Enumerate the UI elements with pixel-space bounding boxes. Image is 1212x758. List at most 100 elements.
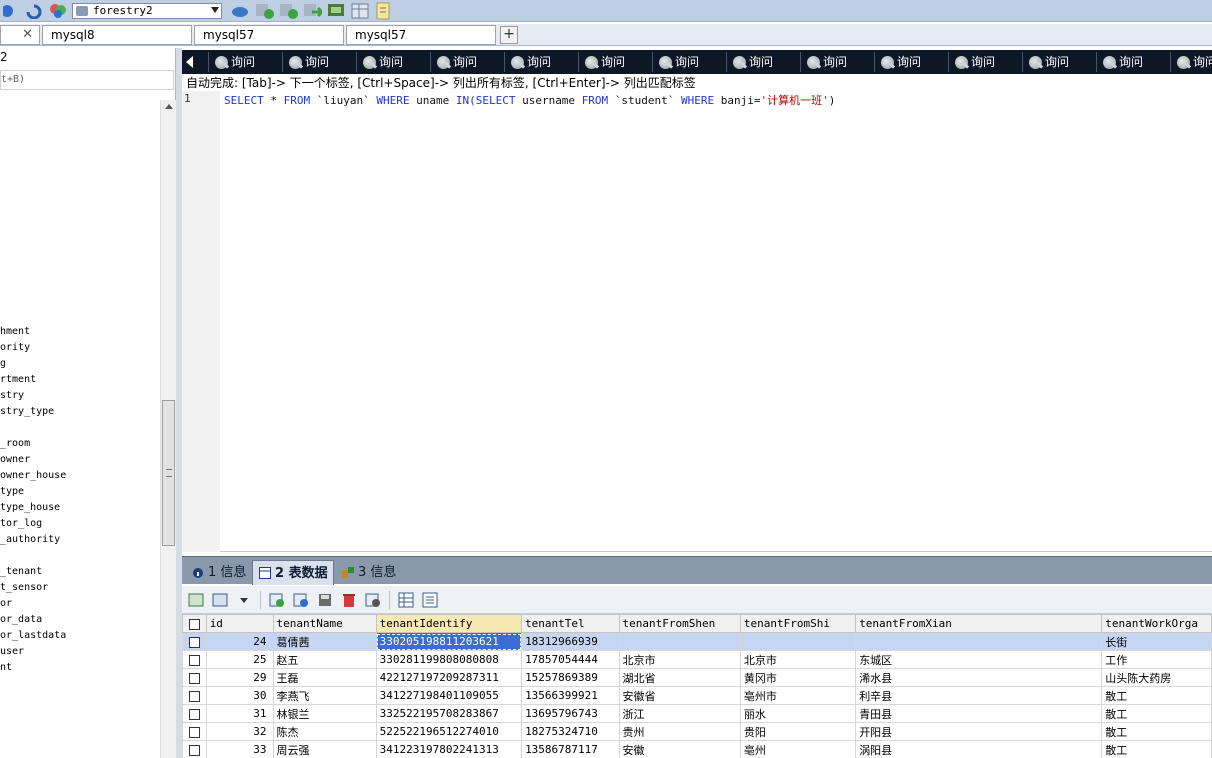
cell[interactable]: 15257869389 (521, 668, 620, 687)
cell[interactable]: 东城区 (855, 650, 1103, 669)
cell[interactable]: 30 (205, 686, 274, 705)
sql-editor[interactable]: 1 SELECT * FROM `liuyan` WHERE uname IN(… (182, 91, 1212, 552)
report-icon[interactable] (374, 2, 394, 20)
query-tab[interactable]: 询问 (282, 52, 354, 72)
users-icon[interactable] (48, 2, 68, 20)
sql-line[interactable]: SELECT * FROM `liuyan` WHERE uname IN(SE… (224, 92, 835, 108)
scroll-up-icon[interactable] (165, 104, 173, 109)
query-tab[interactable]: 询问 (1170, 52, 1212, 72)
table-row[interactable]: 25 赵五 330281199808080808 17857054444 北京市… (182, 650, 1212, 669)
sidebar-item[interactable]: owner (0, 452, 160, 468)
sidebar-scrollbar[interactable] (160, 100, 176, 758)
connection-tab-3[interactable]: mysql57 (346, 25, 496, 45)
column-header[interactable]: id (205, 614, 274, 633)
cell[interactable]: 330281199808080808 (375, 650, 523, 669)
grid-view-icon[interactable] (396, 590, 416, 610)
table-row[interactable]: 32 陈杰 522522196512274010 18275324710 贵州 … (182, 722, 1212, 741)
tab-info-3[interactable]: 3 信息 (336, 560, 398, 585)
cell[interactable]: 湖北省 (618, 668, 741, 687)
cell[interactable]: 青田县 (855, 704, 1103, 723)
sidebar-item[interactable]: or_lastdata (0, 628, 160, 644)
chevron-down-icon[interactable] (211, 6, 219, 13)
cell[interactable]: 330205198811203621 (375, 632, 523, 651)
query-tab[interactable]: 询问 (1096, 52, 1168, 72)
sidebar-item[interactable]: t_sensor (0, 580, 160, 596)
cell[interactable]: 贵州 (618, 722, 741, 741)
cell[interactable]: 王磊 (272, 668, 377, 687)
schema-icon[interactable] (230, 2, 250, 20)
cell[interactable] (739, 632, 857, 651)
cell[interactable]: 丽水 (739, 704, 857, 723)
sidebar-item[interactable]: type_house (0, 500, 160, 516)
cell[interactable]: 18312966939 (521, 632, 620, 651)
sidebar-filter-input[interactable]: t+B) (0, 70, 174, 90)
cell[interactable]: 33 (205, 740, 274, 758)
chevron-down-icon[interactable] (234, 590, 254, 610)
refresh-icon[interactable] (24, 2, 44, 20)
connection-select[interactable]: forestry2 (72, 2, 222, 19)
cell[interactable]: 北京市 (739, 650, 857, 669)
table-icon[interactable] (350, 2, 370, 20)
table-row[interactable]: 31 林银兰 332522195708283867 13695796743 浙江… (182, 704, 1212, 723)
cell[interactable]: 北京市 (618, 650, 741, 669)
sidebar-item[interactable]: owner_house (0, 468, 160, 484)
row-checkbox[interactable] (182, 632, 207, 651)
cell[interactable] (855, 632, 1103, 651)
connection-tab-1[interactable]: mysql8 (42, 25, 192, 45)
tab-table-data[interactable]: 2 表数据 (252, 560, 334, 585)
sidebar-item[interactable]: _authority (0, 532, 160, 548)
table-row[interactable]: 30 李燕飞 341227198401109055 13566399921 安徽… (182, 686, 1212, 705)
query-tab[interactable]: 询问 (800, 52, 872, 72)
select-all-checkbox[interactable] (182, 614, 207, 633)
sidebar-item[interactable]: _room (0, 436, 160, 452)
query-tab[interactable]: 询问 (948, 52, 1020, 72)
query-tab[interactable]: 询问 (652, 52, 724, 72)
scroll-left-icon[interactable] (186, 56, 193, 68)
cell[interactable]: 散工 (1101, 740, 1212, 758)
sidebar-item[interactable]: g (0, 356, 160, 372)
cell[interactable]: 亳州市 (739, 686, 857, 705)
import-grid-icon[interactable] (210, 590, 230, 610)
sidebar-item[interactable]: stry (0, 388, 160, 404)
sidebar-item[interactable]: tor_log (0, 516, 160, 532)
cell[interactable]: 29 (205, 668, 274, 687)
cell[interactable]: 31 (205, 704, 274, 723)
cell[interactable]: 13695796743 (521, 704, 620, 723)
row-checkbox[interactable] (182, 704, 207, 723)
export-icon[interactable] (278, 2, 298, 20)
cell[interactable]: 32 (205, 722, 274, 741)
sidebar-item[interactable]: stry_type (0, 404, 160, 420)
cell[interactable]: 522522196512274010 (375, 722, 523, 741)
query-tab[interactable]: 询问 (356, 52, 428, 72)
row-checkbox[interactable] (182, 650, 207, 669)
cell[interactable]: 赵五 (272, 650, 377, 669)
sidebar-item[interactable]: user (0, 644, 160, 660)
query-tab[interactable]: 询问 (1022, 52, 1094, 72)
connection-tab-0[interactable]: ✕ (0, 25, 40, 45)
sidebar-item[interactable]: nt (0, 660, 160, 676)
query-tab[interactable]: 询问 (208, 52, 280, 72)
sidebar-item[interactable]: or_data (0, 612, 160, 628)
table-row[interactable]: 24 葛倩茜 330205198811203621 18312966939 长街 (182, 632, 1212, 651)
tab-info-1[interactable]: 1 信息 (186, 560, 250, 585)
import-icon[interactable] (254, 2, 274, 20)
cell[interactable] (618, 632, 741, 651)
sidebar-item[interactable]: hment (0, 324, 160, 340)
save-icon[interactable] (315, 590, 335, 610)
cell[interactable]: 林银兰 (272, 704, 377, 723)
column-header[interactable]: tenantFromXian (855, 614, 1103, 633)
form-view-icon[interactable] (420, 590, 440, 610)
column-header[interactable]: tenantIdentify (375, 614, 523, 633)
cell[interactable]: 亳州 (739, 740, 857, 758)
backup-icon[interactable] (302, 2, 322, 20)
cell[interactable]: 安徽 (618, 740, 741, 758)
cell[interactable]: 陈杰 (272, 722, 377, 741)
cell[interactable]: 422127197209287311 (375, 668, 523, 687)
sidebar-item[interactable]: rtment (0, 372, 160, 388)
cell[interactable]: 周云强 (272, 740, 377, 758)
cell[interactable]: 涡阳县 (855, 740, 1103, 758)
cell[interactable]: 341223197802241313 (375, 740, 523, 758)
cell[interactable]: 葛倩茜 (272, 632, 377, 651)
duplicate-row-icon[interactable] (291, 590, 311, 610)
connection-tab-2[interactable]: mysql57 (194, 25, 344, 45)
